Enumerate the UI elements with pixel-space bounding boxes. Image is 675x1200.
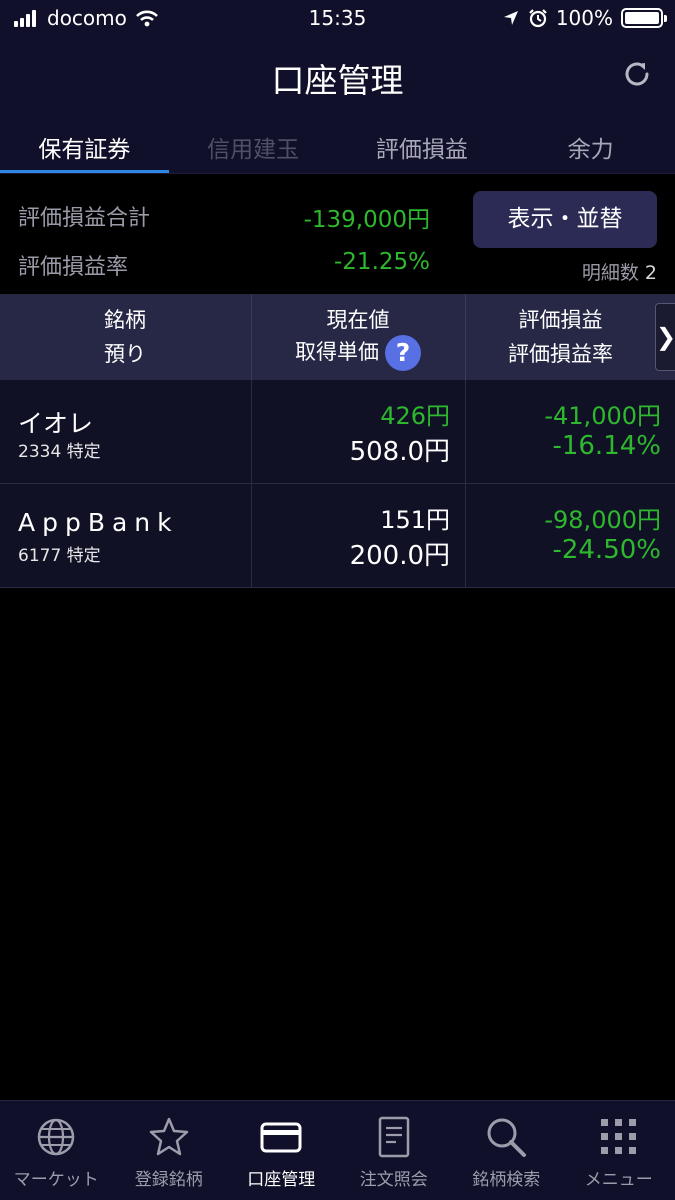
bottom-nav: マーケット 登録銘柄 口座管理 注文照会 銘柄検索 メニュー [0,1100,675,1200]
page-title: 口座管理 [271,61,404,100]
header-pl[interactable]: 評価損益 評価損益率 [465,294,655,380]
stock-name: イオレ [18,409,94,438]
header-pl-label: 評価損益 [518,308,603,332]
header-current-price-label: 現在値 [326,308,390,332]
stock-name: AppBank [18,508,179,537]
nav-label: 口座管理 [247,1170,316,1190]
card-icon [260,1122,302,1153]
total-pl-value: -139,000円 [303,207,430,233]
table-header: 銘柄 預り 現在値 取得単価? 評価損益 評価損益率 [0,294,675,380]
header-price[interactable]: 現在値 取得単価? [251,294,464,380]
valuation-pl-rate: -16.14% [552,431,661,461]
status-bar: docomo 15:35 100% [0,0,675,36]
tab-bar: 保有証券 信用建玉 評価損益 余力 [0,118,675,174]
price-cell: 426円 508.0円 [251,380,464,483]
nav-label: メニュー [584,1170,653,1190]
nav-search[interactable]: 銘柄検索 [450,1101,563,1200]
header-stock[interactable]: 銘柄 預り [0,294,250,380]
globe-icon [38,1118,75,1156]
header-cost-label: 取得単価 [295,340,379,364]
app-header: 口座管理 [0,36,675,118]
stock-code: 2334 特定 [18,442,101,462]
nav-label: 銘柄検索 [472,1170,541,1190]
stock-code: 6177 特定 [18,546,101,566]
battery-percent: 100% [555,6,613,30]
pl-rate-row: 評価損益率 -21.25% [18,249,430,281]
stock-cell: イオレ 2334 特定 [0,380,250,483]
total-pl-label: 評価損益合計 [18,206,151,231]
alarm-icon [529,9,547,28]
nav-watchlist[interactable]: 登録銘柄 [113,1101,226,1200]
acquisition-cost: 508.0円 [349,437,450,467]
detail-count-value: 2 [644,262,657,284]
search-icon [487,1118,527,1157]
tab-margin-positions[interactable]: 信用建玉 [169,118,338,173]
star-icon [149,1117,188,1156]
valuation-pl: -41,000円 [544,402,661,430]
valuation-pl: -98,000円 [544,506,661,534]
nav-menu[interactable]: メニュー [563,1101,675,1200]
refresh-icon[interactable] [621,58,653,90]
summary-panel: 評価損益合計 -139,000円 評価損益率 -21.25% 表示・並替 明細数… [0,174,675,294]
pl-cell: -98,000円 -24.50% [465,484,675,587]
header-pl-rate-label: 評価損益率 [508,342,613,366]
help-icon[interactable]: ? [385,335,421,371]
tab-buying-power[interactable]: 余力 [506,118,675,173]
nav-account[interactable]: 口座管理 [225,1101,338,1200]
price-cell: 151円 200.0円 [251,484,464,587]
pl-cell: -41,000円 -16.14% [465,380,675,483]
battery-icon [621,8,667,28]
nav-label: 登録銘柄 [134,1170,203,1190]
scroll-right-chevron-icon[interactable]: ❯ [655,303,675,371]
nav-label: マーケット [13,1170,99,1190]
table-row[interactable]: イオレ 2334 特定 426円 508.0円 -41,000円 -16.14% [0,380,675,484]
valuation-pl-rate: -24.50% [552,535,661,565]
nav-orders[interactable]: 注文照会 [338,1101,451,1200]
header-stock-label: 銘柄 [104,308,146,332]
pl-rate-value: -21.25% [334,249,430,275]
location-arrow-icon [503,11,518,25]
total-pl-row: 評価損益合計 -139,000円 [18,200,430,233]
header-custody-label: 預り [104,342,146,366]
detail-count-label: 明細数 [581,262,639,284]
nav-market[interactable]: マーケット [0,1101,113,1200]
grid-menu-icon [600,1119,636,1154]
table-row[interactable]: AppBank 6177 特定 151円 200.0円 -98,000円 -24… [0,484,675,588]
current-price: 426円 [380,402,450,430]
detail-count: 明細数 2 [582,258,657,285]
display-sort-button[interactable]: 表示・並替 [473,191,657,248]
acquisition-cost: 200.0円 [349,541,450,571]
pl-rate-label: 評価損益率 [18,255,129,280]
nav-label: 注文照会 [359,1170,428,1190]
tab-holdings[interactable]: 保有証券 [0,118,169,173]
tab-valuation-pl[interactable]: 評価損益 [338,118,507,173]
current-price: 151円 [380,506,450,534]
stock-cell: AppBank 6177 特定 [0,484,250,587]
document-icon [378,1116,409,1158]
